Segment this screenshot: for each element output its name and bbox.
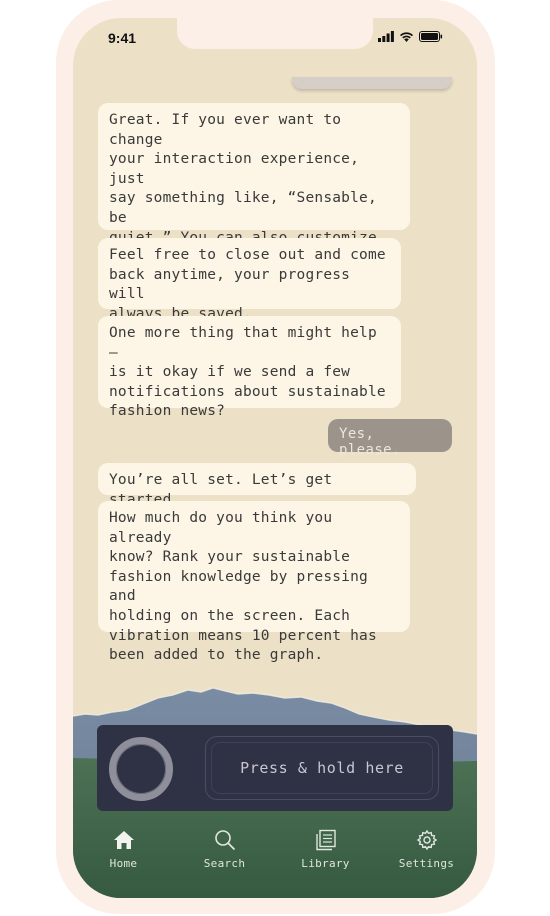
tab-home-label: Home <box>109 857 138 870</box>
tab-settings-label: Settings <box>398 857 455 870</box>
signal-icon <box>378 31 394 42</box>
bot-message: Great. If you ever want to change your i… <box>98 103 410 285</box>
previous-message-edge <box>292 77 452 89</box>
bot-message: How much do you think you already know? … <box>98 501 410 663</box>
tab-library-label: Library <box>301 857 350 870</box>
tab-library[interactable]: Library <box>281 828 371 898</box>
status-time: 9:41 <box>108 30 137 46</box>
library-icon <box>314 828 338 852</box>
gear-icon <box>415 828 439 852</box>
tab-home[interactable]: Home <box>79 828 169 898</box>
battery-icon <box>419 31 443 42</box>
user-message: Yes, please. <box>328 419 452 458</box>
home-icon <box>112 828 136 852</box>
haptic-control-panel: Press & hold here <box>97 725 453 811</box>
wifi-icon <box>400 32 413 42</box>
bot-message: Feel free to close out and come back any… <box>98 238 401 322</box>
tab-settings[interactable]: Settings <box>382 828 472 898</box>
press-and-hold-label: Press & hold here <box>240 759 404 777</box>
press-and-hold-button[interactable]: Press & hold here <box>205 736 439 800</box>
search-icon <box>213 828 237 852</box>
progress-ring <box>109 737 173 801</box>
bottom-nav: Home Search Library Settings <box>73 828 477 898</box>
status-icons <box>378 31 443 42</box>
tab-search-label: Search <box>203 857 246 870</box>
phone-screen: 9:41 Great. If you ever want to change y… <box>73 18 477 898</box>
bot-message: You’re all set. Let’s get started. <box>98 463 416 508</box>
notch <box>177 18 373 49</box>
tab-search[interactable]: Search <box>180 828 270 898</box>
bot-message: One more thing that might help – is it o… <box>98 316 401 419</box>
